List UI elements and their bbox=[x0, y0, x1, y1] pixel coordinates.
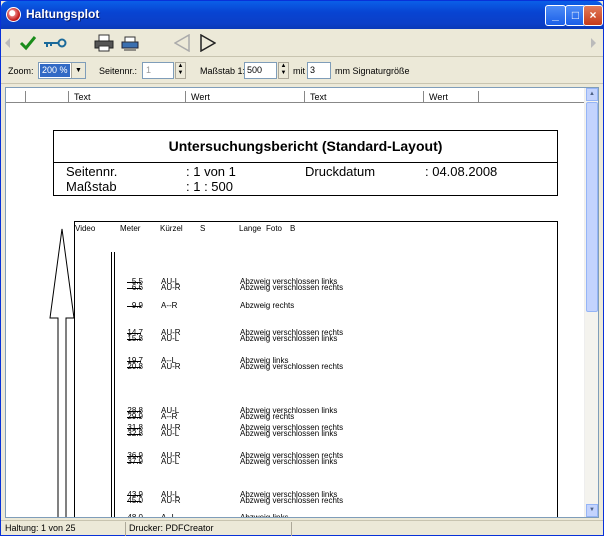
page-number-spinner[interactable]: ▲ ▼ bbox=[175, 62, 186, 79]
code-value: AU-L bbox=[161, 428, 180, 438]
report-info-box: Seitennr. : 1 von 1 Druckdatum : 04.08.2… bbox=[53, 162, 558, 196]
with-label: mit bbox=[293, 66, 305, 76]
description-value: Abzweig verschlossen rechts bbox=[240, 496, 344, 506]
meter-value: 20.8 bbox=[127, 361, 143, 371]
haltungsplot-window: Haltungsplot _ □ × Zoom: 200 % ▼ Seitenn… bbox=[0, 0, 604, 536]
plot-row: 37.9 AU-L Abzweig verschlossen links bbox=[75, 457, 555, 467]
page-value: : 1 von 1 bbox=[186, 164, 236, 179]
print-date-label: Druckdatum bbox=[305, 164, 376, 179]
page-label: Seitennr. bbox=[66, 164, 118, 179]
code-value: A--R bbox=[161, 301, 178, 311]
plot-header-foto: Foto bbox=[266, 224, 283, 233]
status-printer: Drucker: PDFCreator bbox=[129, 523, 214, 533]
plot-header-b: B bbox=[290, 224, 296, 233]
options-bar: Zoom: 200 % ▼ Seitennr.: 1 ▲ ▼ Maßstab 1:… bbox=[1, 58, 603, 84]
haltung-plot: Video Meter Kürzel S Lange Foto B 5.5 AU-… bbox=[74, 221, 558, 518]
plot-row: 32.8 AU-L Abzweig verschlossen links bbox=[75, 429, 555, 439]
meter-value: 15.8 bbox=[127, 334, 143, 344]
plot-header-s: S bbox=[200, 224, 206, 233]
plot-header-lange: Lange bbox=[239, 224, 262, 233]
meter-value: 32.8 bbox=[127, 428, 143, 438]
description-value: Abzweig verschlossen links bbox=[240, 456, 338, 466]
description-value: Abzweig rechts bbox=[240, 412, 295, 422]
plot-row: 15.8 AU-L Abzweig verschlossen links bbox=[75, 334, 555, 344]
description-value: Abzweig verschlossen rechts bbox=[240, 283, 344, 293]
meter-value: 37.9 bbox=[127, 456, 143, 466]
column-header: Text Wert Text Wert bbox=[6, 91, 586, 103]
plot-row: 48.0 A--L Abzweig links bbox=[75, 512, 555, 518]
scroll-thumb[interactable] bbox=[586, 102, 598, 312]
column-spacer bbox=[25, 91, 68, 103]
page-number-input[interactable]: 1 bbox=[142, 62, 174, 79]
plot-row: 45.0 AU-R Abzweig verschlossen rechts bbox=[75, 496, 555, 506]
window-title: Haltungsplot bbox=[26, 7, 100, 21]
code-value: AU-R bbox=[161, 496, 181, 506]
scale-report-label: Maßstab bbox=[66, 179, 117, 194]
status-separator bbox=[291, 522, 292, 536]
print-date-value: : 04.08.2008 bbox=[425, 164, 498, 179]
minimize-button[interactable]: _ bbox=[545, 5, 566, 26]
toolbar-scroll-right-icon[interactable] bbox=[589, 32, 599, 54]
plot-row: 9.9 A--R Abzweig rechts bbox=[75, 301, 555, 311]
code-value: A--L bbox=[161, 512, 177, 518]
app-icon bbox=[6, 7, 21, 22]
description-value: Abzweig verschlossen links bbox=[240, 428, 338, 438]
column-text-2[interactable]: Text bbox=[304, 91, 423, 103]
description-value: Abzweig verschlossen rechts bbox=[240, 361, 344, 371]
scroll-up-arrow-icon[interactable]: ▲ bbox=[586, 88, 598, 101]
meter-value: 6.6 bbox=[131, 283, 143, 293]
scale-input[interactable]: 500 bbox=[244, 62, 277, 79]
report-title: Untersuchungsbericht (Standard-Layout) bbox=[53, 130, 558, 163]
column-value-1[interactable]: Wert bbox=[185, 91, 304, 103]
toolbar bbox=[1, 29, 603, 57]
chevron-down-icon[interactable]: ▼ bbox=[71, 63, 85, 78]
zoom-value: 200 % bbox=[40, 64, 70, 77]
plot-row: 6.6 AU-R Abzweig verschlossen rechts bbox=[75, 283, 555, 293]
status-bar: Haltung: 1 von 25 Drucker: PDFCreator bbox=[1, 520, 603, 536]
checkmark-icon[interactable] bbox=[17, 32, 39, 54]
description-value: Abzweig links bbox=[240, 512, 289, 518]
scale-report-value: : 1 : 500 bbox=[186, 179, 233, 194]
meter-value: 9.9 bbox=[131, 301, 143, 311]
plot-header-kuerzel: Kürzel bbox=[160, 224, 183, 233]
triangle-right-icon[interactable] bbox=[197, 32, 219, 54]
status-separator bbox=[125, 522, 126, 536]
plot-header-video: Video bbox=[75, 224, 96, 233]
signature-size-input[interactable]: 3 bbox=[307, 62, 331, 79]
meter-value: 48.0 bbox=[127, 512, 143, 518]
plot-row: 29.9 A--R Abzweig rechts bbox=[75, 412, 555, 422]
key-icon[interactable] bbox=[42, 32, 68, 54]
printer-icon[interactable] bbox=[93, 32, 115, 54]
title-bar[interactable]: Haltungsplot _ □ × bbox=[1, 1, 603, 29]
toolbar-scroll-left-icon[interactable] bbox=[3, 32, 13, 54]
printer-settings-icon[interactable] bbox=[119, 32, 141, 54]
plot-row: 20.8 AU-R Abzweig verschlossen rechts bbox=[75, 362, 555, 372]
close-button[interactable]: × bbox=[583, 5, 603, 26]
status-haltung: Haltung: 1 von 25 bbox=[5, 523, 76, 533]
code-value: A--R bbox=[161, 412, 178, 422]
code-value: AU-R bbox=[161, 283, 181, 293]
scroll-down-arrow-icon[interactable]: ▼ bbox=[586, 504, 598, 517]
signature-size-label: mm Signaturgröße bbox=[335, 66, 410, 76]
meter-value: 45.0 bbox=[127, 496, 143, 506]
meter-value: 29.9 bbox=[127, 412, 143, 422]
column-value-2[interactable]: Wert bbox=[423, 91, 478, 103]
description-value: Abzweig rechts bbox=[240, 301, 295, 311]
vertical-scrollbar[interactable]: ▲ ▼ bbox=[584, 88, 598, 517]
page-number-label: Seitennr.: bbox=[99, 66, 138, 76]
zoom-select[interactable]: 200 % ▼ bbox=[38, 62, 86, 79]
description-value: Abzweig verschlossen links bbox=[240, 334, 338, 344]
document-view[interactable]: Text Wert Text Wert Untersuchungsbericht… bbox=[5, 87, 599, 518]
code-value: AU-L bbox=[161, 334, 180, 344]
triangle-left-icon[interactable] bbox=[171, 32, 193, 54]
code-value: AU-L bbox=[161, 456, 180, 466]
column-text-1[interactable]: Text bbox=[68, 91, 185, 103]
plot-header-meter: Meter bbox=[120, 224, 141, 233]
column-spacer-end bbox=[478, 91, 586, 103]
zoom-label: Zoom: bbox=[8, 66, 34, 76]
scale-label: Maßstab 1: bbox=[200, 66, 246, 76]
scale-spinner[interactable]: ▲ ▼ bbox=[278, 62, 289, 79]
code-value: AU-R bbox=[161, 361, 181, 371]
